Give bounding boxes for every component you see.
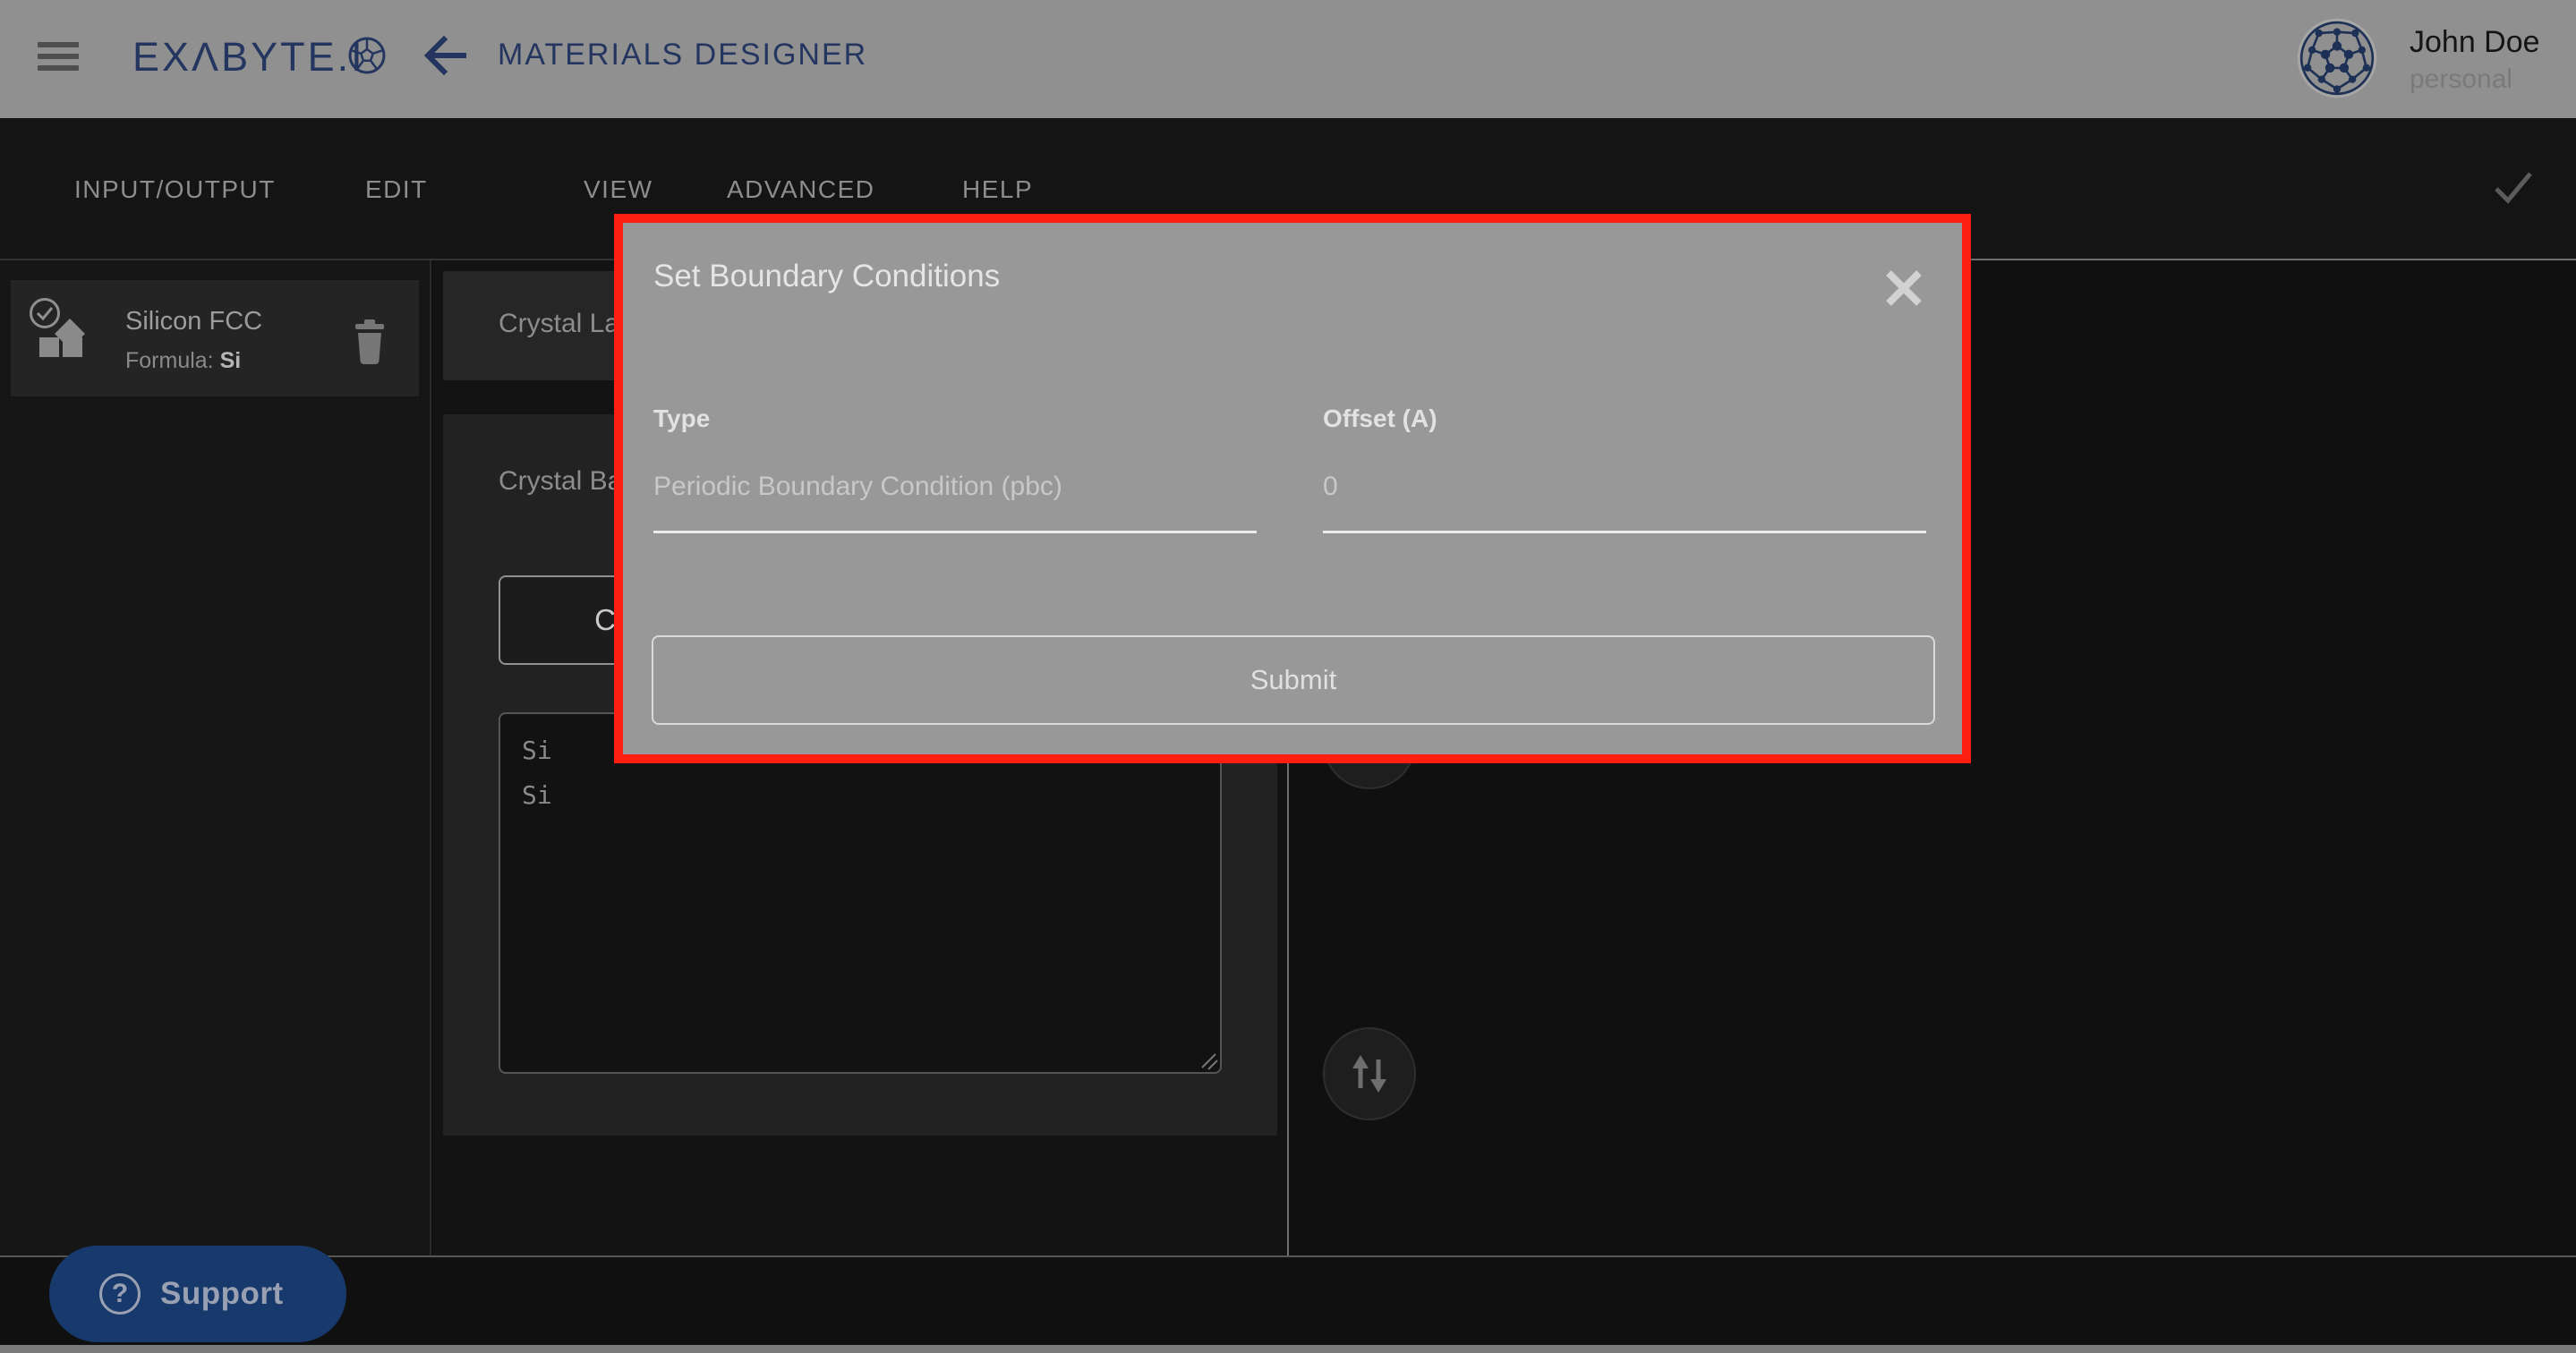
offset-field-label: Offset (A) — [1323, 404, 1437, 433]
app-header: EXΛBYTE.I MATERIALS DESIGNER John Doe pe… — [0, 0, 2576, 118]
menu-input-output[interactable]: INPUT/OUTPUT — [74, 175, 276, 204]
material-formula: Formula: Si — [125, 348, 241, 374]
selected-check-icon — [29, 297, 61, 329]
offset-input[interactable] — [1323, 472, 1926, 502]
menu-advanced[interactable]: ADVANCED — [727, 175, 875, 204]
swap-arrows-icon — [1344, 1049, 1395, 1099]
support-label: Support — [160, 1276, 284, 1312]
material-name: Silicon FCC — [125, 307, 262, 336]
save-check-icon[interactable] — [2494, 170, 2533, 206]
back-arrow-icon[interactable] — [422, 34, 467, 77]
exabyte-logo[interactable]: EXΛBYTE.I — [132, 34, 365, 81]
offset-field-underline — [1323, 531, 1926, 533]
delete-material-trash-icon[interactable] — [354, 319, 386, 364]
basis-input-textarea[interactable]: Si Si — [499, 712, 1222, 1074]
soccer-ball-logo-icon — [347, 36, 387, 75]
user-name[interactable]: John Doe — [2410, 25, 2540, 60]
type-field-underline — [653, 531, 1257, 533]
bottom-scroll-strip — [0, 1345, 2576, 1353]
question-icon: ? — [99, 1273, 141, 1315]
menu-view[interactable]: VIEW — [584, 175, 653, 204]
material-list-item[interactable]: Silicon FCC Formula: Si — [11, 280, 419, 396]
bottom-statusbar — [0, 1255, 2576, 1345]
type-select[interactable] — [653, 472, 1257, 502]
submit-button[interactable]: Submit — [652, 635, 1935, 725]
hamburger-menu-icon[interactable] — [38, 42, 79, 73]
menu-edit[interactable]: EDIT — [365, 175, 428, 204]
dialog-title: Set Boundary Conditions — [653, 259, 1000, 294]
textarea-resize-handle[interactable] — [1200, 1052, 1218, 1070]
user-account: personal — [2410, 64, 2512, 95]
materials-sidebar: Silicon FCC Formula: Si — [0, 260, 431, 1255]
support-button[interactable]: ? Support — [49, 1246, 346, 1342]
swap-axes-button[interactable] — [1323, 1027, 1416, 1120]
set-boundary-conditions-dialog: Set Boundary Conditions Type Offset (A) … — [614, 214, 1971, 763]
page-title: MATERIALS DESIGNER — [498, 38, 867, 72]
avatar-fullerene-icon[interactable] — [2297, 18, 2377, 98]
type-field-label: Type — [653, 404, 710, 433]
menu-help[interactable]: HELP — [962, 175, 1033, 204]
close-icon[interactable] — [1883, 268, 1924, 309]
